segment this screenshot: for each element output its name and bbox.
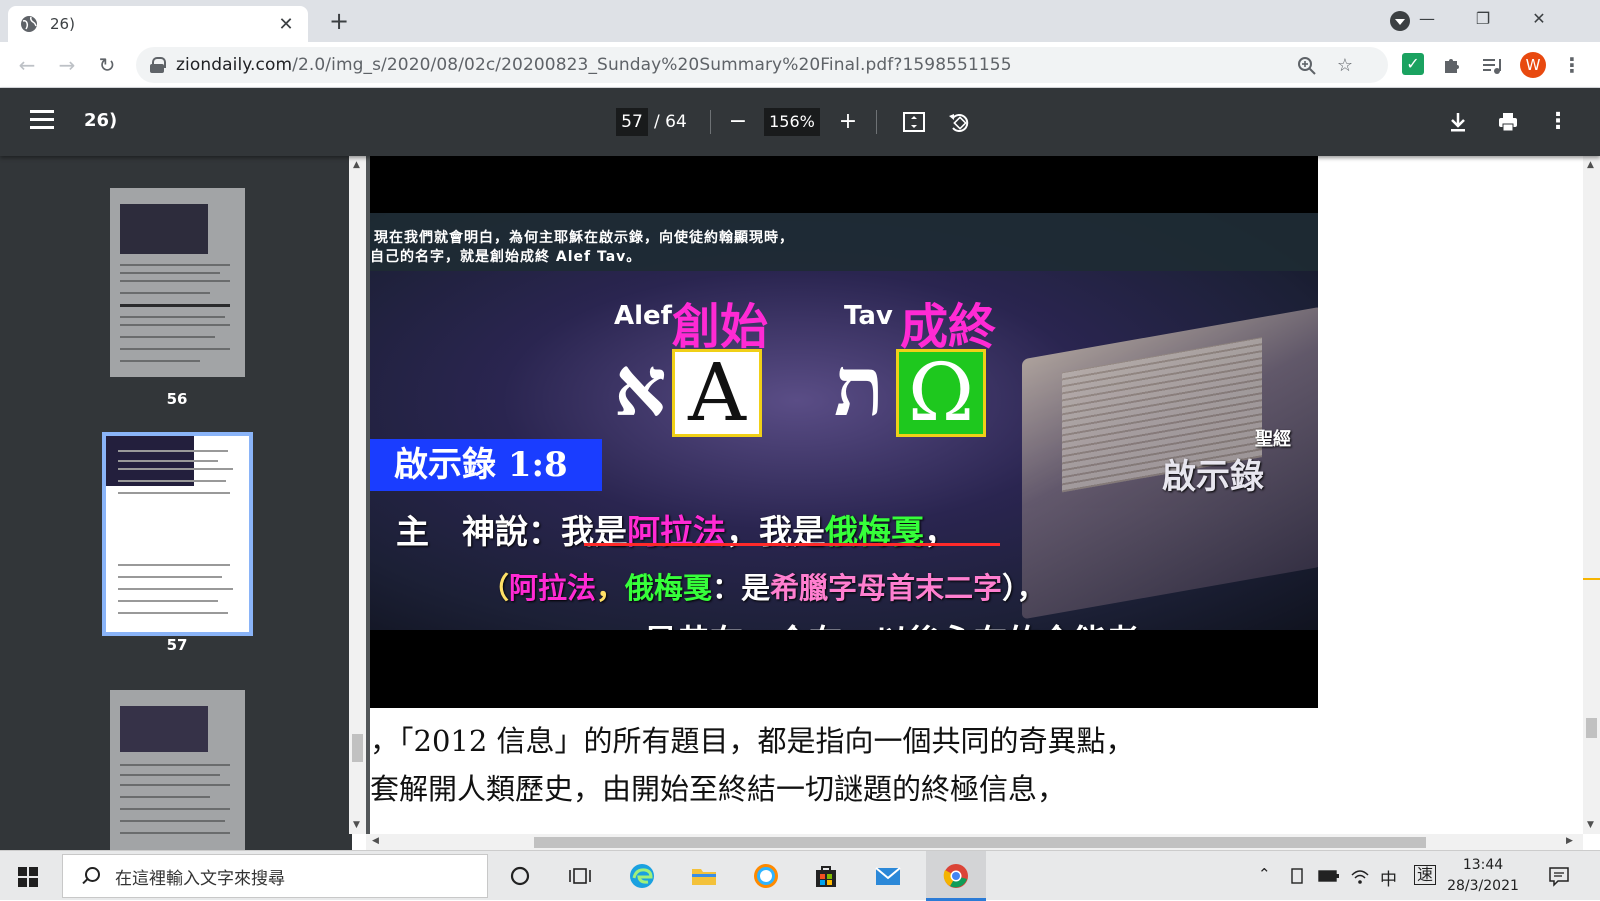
restore-button[interactable]: ❐ xyxy=(1460,4,1506,34)
sidebar-scrollbar[interactable]: ▲ ▼ xyxy=(349,156,366,834)
chrome-menu-icon[interactable]: ⋮ xyxy=(1560,53,1584,77)
page-thumbnail-selected[interactable] xyxy=(102,432,253,636)
hebrew-alef-glyph: א xyxy=(614,339,667,435)
tab-close-icon[interactable]: ✕ xyxy=(276,14,296,35)
cortana-icon[interactable] xyxy=(504,861,536,891)
system-clock[interactable]: 13:44 28/3/2021 xyxy=(1438,855,1528,897)
tab-strip: 26) ✕ + — ❐ ✕ xyxy=(0,0,1600,42)
slide-caption: 現在我們就會明白，為何主耶穌在啟示錄，向使徒約翰顯現時， xyxy=(374,230,794,246)
page-count: / 64 xyxy=(654,112,687,132)
globe-icon xyxy=(21,16,37,32)
mail-icon[interactable] xyxy=(872,861,904,891)
slide-banner: 現在我們就會明白，為何主耶穌在啟示錄，向使徒約翰顯現時， 自己的名字，就是創始成… xyxy=(370,213,1318,630)
page-thumbnail[interactable] xyxy=(110,690,245,850)
search-placeholder: 在這裡輸入文字來搜尋 xyxy=(115,868,285,889)
extensions-puzzle-icon[interactable] xyxy=(1440,53,1464,77)
pdf-menu-icon[interactable] xyxy=(30,110,54,130)
zoom-level-input[interactable]: 156% xyxy=(764,108,820,136)
minimize-button[interactable]: — xyxy=(1404,4,1450,34)
store-icon[interactable] xyxy=(810,861,842,891)
lock-icon[interactable] xyxy=(150,57,166,73)
thumbnail-page-number: 56 xyxy=(166,390,188,408)
pdf-viewport[interactable]: 現在我們就會明白，為何主耶穌在啟示錄，向使徒約翰顯現時， 自己的名字，就是創始成… xyxy=(352,156,1583,834)
zoom-in-icon[interactable]: + xyxy=(834,108,862,136)
zoom-out-icon[interactable]: − xyxy=(724,108,752,136)
print-icon[interactable] xyxy=(1494,108,1522,136)
back-icon[interactable]: ← xyxy=(13,51,41,79)
body-text-line: ，「2012 信息」的所有題目，都是指向一個共同的奇異點， xyxy=(370,724,1135,758)
edge-icon[interactable] xyxy=(626,861,658,891)
profile-avatar[interactable]: W xyxy=(1520,52,1546,78)
page-thumbnail[interactable] xyxy=(110,188,245,377)
rotate-icon[interactable] xyxy=(945,108,973,136)
thumbnail-page-number: 57 xyxy=(166,636,188,654)
body-text-line: 套解開人類歷史，由開始至終結一切謎題的終極信息， xyxy=(370,772,1067,806)
wifi-icon[interactable] xyxy=(1350,867,1370,885)
scripture-reference: 啟示錄 1:8 xyxy=(370,439,602,491)
windows-taskbar: 在這裡輸入文字來搜尋 ⌃ 中 速 13:44 28/3/2021 xyxy=(0,850,1600,901)
toolbar-divider xyxy=(710,110,711,134)
alef-label: Alef xyxy=(614,301,672,331)
thumbnail-sidebar: 56 57 xyxy=(0,156,352,850)
page-number-input[interactable]: 57 xyxy=(616,108,648,136)
toolbar-divider xyxy=(876,110,877,134)
file-explorer-icon[interactable] xyxy=(688,861,720,891)
greek-alpha-glyph: A xyxy=(672,349,762,437)
forward-icon[interactable]: → xyxy=(53,51,81,79)
search-icon xyxy=(81,867,100,885)
download-icon[interactable] xyxy=(1444,108,1472,136)
tav-label: Tav xyxy=(844,301,893,331)
pdf-toolbar: 26) 57 / 64 − 156% + ⋮ xyxy=(0,88,1600,156)
scripture-underline xyxy=(584,543,1000,546)
close-window-button[interactable]: ✕ xyxy=(1516,4,1562,34)
app-circle-icon[interactable] xyxy=(750,861,782,891)
browser-tab[interactable]: 26) ✕ xyxy=(8,6,308,42)
tray-chevron-icon[interactable]: ⌃ xyxy=(1258,865,1271,883)
greek-omega-glyph: Ω xyxy=(896,349,986,437)
scripture-line-2: （阿拉法，俄梅戛：是希臘字母首末二字）， xyxy=(480,571,1046,605)
search-marker xyxy=(1583,578,1600,580)
pdf-page: 現在我們就會明白，為何主耶穌在啟示錄，向使徒約翰顯現時， 自己的名字，就是創始成… xyxy=(370,156,1583,834)
scripture-line-3: 是昔在、今在、以後永在的全能者。 xyxy=(644,615,1172,630)
hebrew-tav-glyph: ת xyxy=(834,339,885,435)
address-bar[interactable]: ziondaily.com/2.0/img_s/2020/08/02c/2020… xyxy=(136,47,1388,83)
zoom-icon[interactable] xyxy=(1296,55,1318,77)
url-text: ziondaily.com/2.0/img_s/2020/08/02c/2020… xyxy=(176,55,1012,75)
slide-caption: 自己的名字，就是創始成終 Alef Tav。 xyxy=(370,249,642,265)
task-view-icon[interactable] xyxy=(564,861,596,891)
page-vertical-scrollbar[interactable]: ▲ ▼ xyxy=(1583,156,1600,834)
taskbar-search-box[interactable]: 在這裡輸入文字來搜尋 xyxy=(62,854,488,898)
bible-label-big: 啟示錄 xyxy=(1162,457,1264,497)
media-control-icon[interactable] xyxy=(1480,53,1504,77)
chrome-icon[interactable] xyxy=(940,861,972,891)
page-horizontal-scrollbar[interactable]: ◀ ▶ xyxy=(366,834,1583,850)
new-tab-button[interactable]: + xyxy=(325,8,353,36)
bookmark-star-icon[interactable]: ☆ xyxy=(1334,55,1356,77)
pdf-title: 26) xyxy=(84,110,118,131)
tablet-icon[interactable] xyxy=(1290,867,1306,885)
browser-toolbar: ← → ↻ ziondaily.com/2.0/img_s/2020/08/02… xyxy=(0,42,1600,88)
notification-icon[interactable] xyxy=(1548,865,1570,887)
tab-title: 26) xyxy=(50,15,75,33)
ime-mode[interactable]: 速 xyxy=(1414,865,1437,885)
windows-start-icon[interactable] xyxy=(18,867,38,887)
fit-page-icon[interactable] xyxy=(900,108,928,136)
extension-check-icon[interactable]: ✓ xyxy=(1402,53,1424,75)
video-frame-image: 現在我們就會明白，為何主耶穌在啟示錄，向使徒約翰顯現時， 自己的名字，就是創始成… xyxy=(370,156,1318,708)
pdf-more-icon[interactable]: ⋮ xyxy=(1544,108,1572,136)
ime-language[interactable]: 中 xyxy=(1380,865,1397,890)
bible-label-small: 聖經 xyxy=(1255,429,1291,450)
reload-icon[interactable]: ↻ xyxy=(93,51,121,79)
battery-icon[interactable] xyxy=(1318,869,1340,883)
